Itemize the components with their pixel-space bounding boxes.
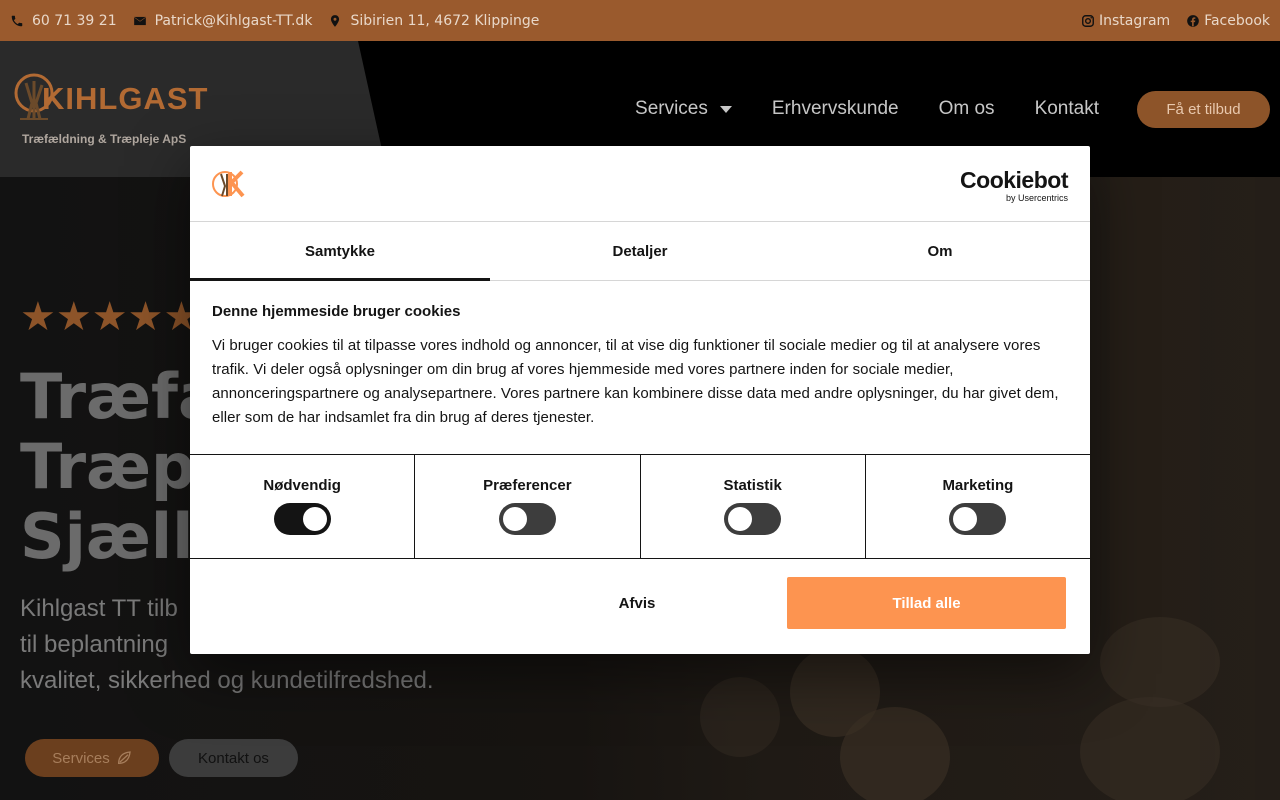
envelope-icon	[133, 14, 147, 28]
allow-all-button[interactable]: Tillad alle	[787, 577, 1066, 629]
social-links: Instagram Facebook	[1081, 13, 1270, 29]
contact-us-button[interactable]: Kontakt os	[169, 739, 298, 777]
services-button[interactable]: Services	[25, 739, 159, 777]
caret-down-icon	[719, 105, 732, 113]
leaf-icon	[117, 751, 131, 765]
email-address: Patrick@Kihlgast-TT.dk	[154, 12, 313, 29]
statistics-toggle[interactable]	[724, 503, 782, 535]
facebook-label: Facebook	[1204, 12, 1270, 29]
phone-icon	[10, 14, 24, 28]
category-label: Nødvendig	[263, 477, 341, 494]
cookiebot-byline: by Usercentrics	[1005, 193, 1068, 203]
instagram-label: Instagram	[1098, 12, 1171, 29]
tab-detaljer[interactable]: Detaljer	[490, 222, 790, 280]
cookiebot-logo[interactable]: Cookiebot by Usercentrics	[960, 168, 1068, 203]
nav-kontakt[interactable]: Kontakt	[1035, 98, 1099, 120]
phone-number: 60 71 39 21	[32, 12, 117, 29]
nav-services[interactable]: Services	[635, 98, 732, 120]
nav-services-label: Services	[635, 98, 708, 119]
toggle-knob	[728, 507, 753, 531]
preferences-toggle[interactable]	[498, 503, 556, 535]
category-label: Marketing	[942, 477, 1014, 494]
site-logo-icon	[212, 170, 245, 198]
dialog-tabs: Samtykke Detaljer Om	[190, 222, 1090, 281]
nav-om-os-label: Om os	[938, 98, 995, 119]
phone-link[interactable]: 60 71 39 21	[10, 13, 117, 29]
category-marketing: Marketing	[866, 455, 1090, 558]
cookie-heading: Denne hjemmeside bruger cookies	[212, 303, 461, 320]
hero-bg-log	[1100, 617, 1220, 707]
cookie-consent-dialog: Cookiebot by Usercentrics Samtykke Detal…	[190, 146, 1090, 654]
marketing-toggle[interactable]	[949, 503, 1007, 535]
facebook-icon	[1186, 14, 1200, 28]
hero-bg-trunk	[1215, 177, 1255, 800]
category-label: Statistik	[723, 477, 782, 494]
top-bar: 60 71 39 21 Patrick@Kihlgast-TT.dk Sibir…	[0, 0, 1280, 41]
brand-name: KIHLGAST	[42, 81, 209, 116]
necessary-toggle[interactable]	[273, 503, 331, 535]
hero-bg-log	[840, 707, 950, 800]
dialog-footer: Afvis Tillad alle	[190, 559, 1090, 654]
category-label: Præferencer	[483, 477, 572, 494]
rating-stars: ★★★★★	[20, 294, 200, 340]
email-link[interactable]: Patrick@Kihlgast-TT.dk	[133, 12, 313, 29]
cookie-description: Vi bruger cookies til at tilpasse vores …	[212, 337, 1059, 426]
nav-om-os[interactable]: Om os	[939, 98, 995, 120]
hero-bg-log	[700, 677, 780, 757]
contact-info: 60 71 39 21 Patrick@Kihlgast-TT.dk Sibir…	[10, 13, 539, 29]
dialog-header: Cookiebot by Usercentrics	[190, 146, 1090, 222]
instagram-icon	[1081, 14, 1095, 28]
hero-bg-log	[1080, 697, 1220, 800]
category-preferences: Præferencer	[415, 455, 641, 558]
nav-kontakt-label: Kontakt	[1034, 98, 1099, 119]
location-pin-icon	[328, 14, 342, 28]
hero-text-line: kvalitet, sikkerhed og kundetilfredshed.	[20, 667, 434, 694]
nav-erhvervskunde[interactable]: Erhvervskunde	[772, 98, 899, 120]
consent-categories: Nødvendig Præferencer Statistik Marketin…	[190, 454, 1090, 559]
get-quote-button[interactable]: Få et tilbud	[1137, 91, 1270, 128]
tab-samtykke[interactable]: Samtykke	[190, 222, 490, 281]
services-button-label: Services	[52, 749, 110, 767]
address-text: Sibirien 11, 4672 Klippinge	[350, 12, 540, 29]
brand-tagline: Træfældning & Træpleje ApS	[22, 132, 187, 146]
toggle-knob	[302, 507, 327, 531]
facebook-link[interactable]: Facebook	[1186, 13, 1270, 29]
category-necessary: Nødvendig	[190, 455, 416, 558]
category-statistics: Statistik	[641, 455, 866, 558]
reject-button[interactable]: Afvis	[492, 577, 782, 629]
address-link[interactable]: Sibirien 11, 4672 Klippinge	[328, 13, 539, 29]
toggle-knob	[502, 507, 527, 531]
tab-om[interactable]: Om	[790, 222, 1090, 280]
instagram-link[interactable]: Instagram	[1081, 13, 1170, 29]
toggle-knob	[953, 507, 978, 531]
cookiebot-wordmark: Cookiebot	[960, 167, 1068, 193]
nav-erhvervskunde-label: Erhvervskunde	[771, 98, 899, 119]
dialog-body: Denne hjemmeside bruger cookies Vi bruge…	[190, 281, 1090, 454]
